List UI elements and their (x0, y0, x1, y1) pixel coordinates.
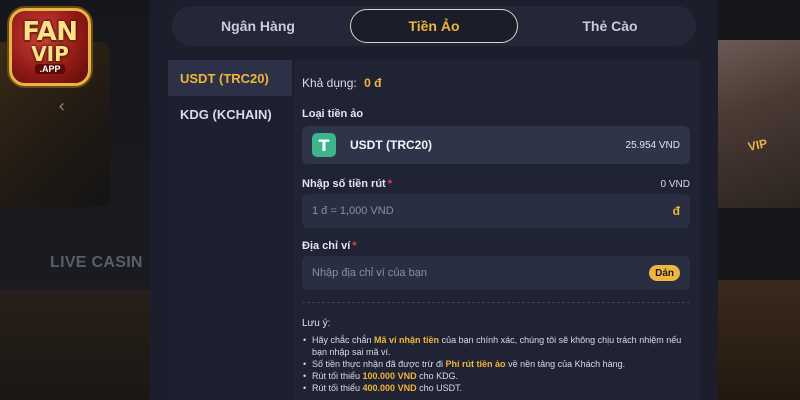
note-highlight: Phí rút tiền ảo (445, 359, 506, 369)
amount-label-text: Nhập số tiền rút (302, 178, 386, 190)
note-text: Rút tối thiểu (312, 371, 363, 381)
background-game-tiles-right (718, 280, 800, 400)
wallet-label: Địa chỉ ví * (302, 240, 357, 252)
available-balance: Khả dụng: 0 đ (302, 76, 381, 90)
note-text: Rút tối thiểu (312, 383, 363, 393)
withdraw-modal: Ngân Hàng Tiền Ảo Thẻ Cào USDT (TRC20) K… (150, 0, 718, 400)
site-logo[interactable]: FAN VIP .APP (9, 8, 91, 86)
note-item: Hãy chắc chắn Mã ví nhận tiền của bạn ch… (302, 334, 692, 358)
note-highlight: Mã ví nhận tiền (374, 335, 440, 345)
notes-title: Lưu ý: (302, 318, 331, 329)
note-text: Số tiền thực nhận đã được trừ đi (312, 359, 446, 369)
amount-input[interactable] (312, 205, 612, 217)
note-text: cho USDT. (416, 383, 463, 393)
coin-subnav: USDT (TRC20) KDG (KCHAIN) (168, 60, 292, 400)
background-section-label: LIVE CASIN (50, 254, 143, 271)
background-game-tiles (0, 290, 168, 400)
note-text: Hãy chắc chắn (312, 335, 375, 345)
available-label: Khả dụng: (302, 76, 357, 90)
paste-button[interactable]: Dán (649, 265, 680, 281)
background-right-panel: VIP (718, 0, 800, 400)
wallet-field[interactable]: Dán (302, 256, 690, 290)
currency-suffix: đ (672, 204, 680, 218)
note-highlight: 400.000 VND (362, 383, 417, 393)
coin-selector[interactable]: T USDT (TRC20) 25.954 VND (302, 126, 690, 164)
available-value: 0 đ (364, 76, 382, 90)
logo-text-app: .APP (35, 64, 65, 74)
divider (302, 302, 690, 303)
note-text: cho KDG. (416, 371, 459, 381)
note-highlight: 100.000 VND (362, 371, 417, 381)
note-item: Rút tối thiểu 400.000 VND cho USDT. (302, 382, 692, 394)
tab-bank[interactable]: Ngân Hàng (174, 9, 342, 43)
coin-rate: 25.954 VND (625, 139, 680, 151)
required-marker: * (387, 178, 393, 190)
subnav-item-usdt[interactable]: USDT (TRC20) (168, 60, 292, 96)
wallet-label-text: Địa chỉ ví (302, 240, 351, 252)
note-item: Số tiền thực nhận đã được trừ đi Phí rút… (302, 358, 692, 370)
method-tabs: Ngân Hàng Tiền Ảo Thẻ Cào (172, 6, 696, 46)
required-marker: * (352, 240, 357, 252)
tab-card[interactable]: Thẻ Cào (526, 9, 694, 43)
note-text: về nền tảng của Khách hàng. (505, 359, 626, 369)
background-promo-banner (718, 40, 800, 208)
withdraw-form: Khả dụng: 0 đ Loại tiền ảo T USDT (TRC20… (294, 60, 700, 400)
amount-field[interactable]: đ (302, 194, 690, 228)
amount-converted: 0 VND (660, 179, 690, 190)
tab-crypto[interactable]: Tiền Ảo (350, 9, 518, 43)
logo-text-fan: FAN (22, 17, 78, 47)
logo-text-vip: VIP (31, 42, 69, 66)
amount-label: Nhập số tiền rút * (302, 178, 392, 190)
coin-type-label: Loại tiền ảo (302, 108, 364, 120)
tether-icon: T (312, 133, 336, 157)
notes-list: Hãy chắc chắn Mã ví nhận tiền của bạn ch… (302, 334, 692, 394)
subnav-item-kdg[interactable]: KDG (KCHAIN) (168, 96, 292, 132)
note-item: Rút tối thiểu 100.000 VND cho KDG. (302, 370, 692, 382)
chevron-left-icon[interactable]: ‹ (58, 96, 65, 117)
wallet-input[interactable] (312, 267, 612, 279)
coin-name: USDT (TRC20) (350, 138, 433, 152)
